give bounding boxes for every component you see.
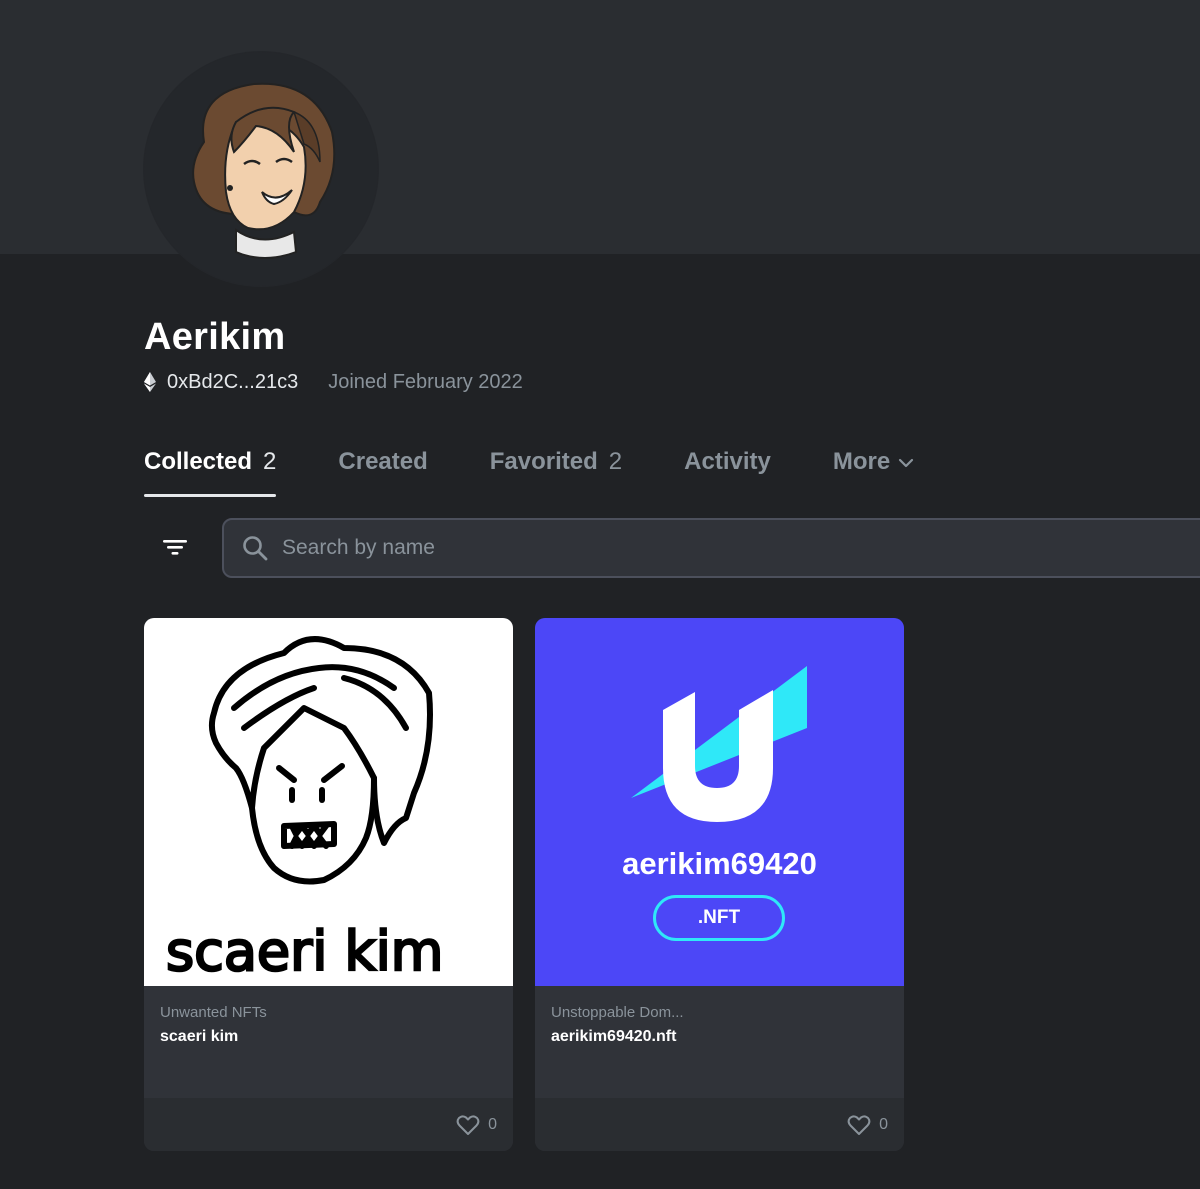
tab-label: Favorited — [489, 448, 598, 475]
profile-meta: 0xBd2C...21c3 Joined February 2022 — [144, 370, 523, 394]
search-input[interactable] — [282, 536, 982, 560]
card-title: aerikim69420.nft — [551, 1028, 677, 1045]
nft-image-caption: scaeri kim — [166, 920, 443, 983]
wallet-address[interactable]: 0xBd2C...21c3 — [167, 371, 298, 394]
joined-date: Joined February 2022 — [328, 370, 523, 393]
unstoppable-domain-name: aerikim69420 — [622, 846, 817, 881]
tab-collected[interactable]: Collected 2 — [144, 444, 277, 497]
heart-icon — [847, 1115, 871, 1135]
tab-label: Collected — [144, 448, 253, 475]
favorite-button[interactable]: 0 — [847, 1114, 888, 1136]
unstoppable-tld-badge: .NFT — [653, 895, 785, 941]
profile-avatar[interactable] — [144, 52, 378, 286]
filter-icon — [163, 540, 187, 555]
ethereum-icon — [144, 372, 156, 392]
card-collection-name[interactable]: Unwanted NFTs — [160, 1004, 360, 1021]
card-title: scaeri kim — [160, 1028, 239, 1045]
avatar-illustration — [192, 82, 336, 259]
tab-more[interactable]: More — [833, 444, 914, 496]
tab-favorited[interactable]: Favorited 2 — [490, 444, 622, 496]
profile-name: Aerikim — [144, 316, 286, 358]
favorite-count: 0 — [488, 1116, 497, 1133]
search-bar — [222, 518, 1200, 578]
tab-count: 2 — [608, 448, 623, 475]
favorite-count: 0 — [879, 1116, 888, 1133]
heart-icon — [456, 1115, 480, 1135]
nft-card[interactable]: scaeri kim Unwanted NFTs scaeri kim 0 — [144, 618, 513, 1151]
card-collection-name[interactable]: Unstoppable Dom... — [551, 1004, 751, 1021]
filter-button[interactable] — [146, 518, 204, 576]
tab-label: Created — [338, 448, 428, 475]
chevron-down-icon — [899, 458, 914, 468]
tab-label: More — [832, 448, 891, 475]
nft-image-scaeri-kim: scaeri kim — [144, 618, 513, 986]
tab-created[interactable]: Created — [338, 444, 427, 496]
nft-image-unstoppable: aerikim69420 .NFT — [535, 618, 904, 986]
card-footer: 0 — [535, 1098, 904, 1151]
tab-label: Activity — [684, 448, 771, 475]
favorite-button[interactable]: 0 — [456, 1114, 497, 1136]
nft-card[interactable]: aerikim69420 .NFT Unstoppable Dom... aer… — [535, 618, 904, 1151]
tab-activity[interactable]: Activity — [684, 444, 771, 496]
profile-tabs: Collected 2 Created Favorited 2 Activity… — [144, 444, 976, 497]
tab-count: 2 — [263, 448, 277, 475]
card-footer: 0 — [144, 1098, 513, 1151]
search-icon — [243, 536, 268, 561]
